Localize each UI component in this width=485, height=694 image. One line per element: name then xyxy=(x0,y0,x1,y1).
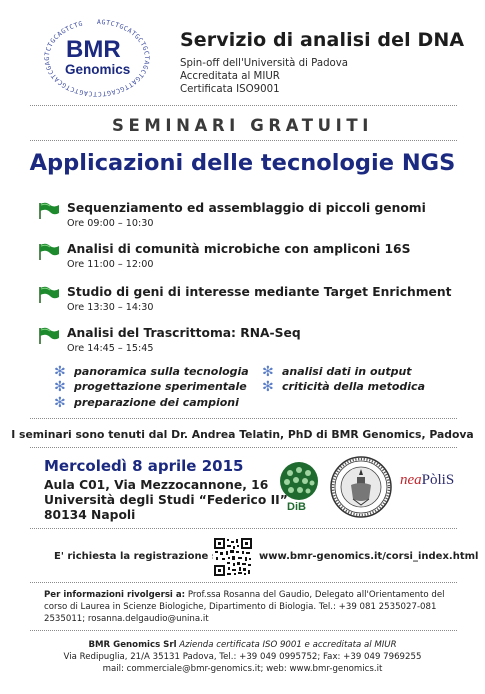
speaker-line: I seminari sono tenuti dal Dr. Andrea Te… xyxy=(11,428,474,441)
bmr-logo: AGTCTGCATGCTGCTAGCTGATTGCAGTCTCAGTCTGCAT… xyxy=(38,16,156,100)
topic-time: Ore 11:00 – 12:00 xyxy=(67,259,154,270)
asterisk-icon: ✻ xyxy=(54,364,66,380)
header-line-1: Spin-off dell'Università di Padova xyxy=(180,58,349,69)
asterisk-icon: ✻ xyxy=(54,395,66,411)
qr-code-icon[interactable] xyxy=(213,537,253,577)
divider xyxy=(30,418,457,419)
event-address-2: Università degli Studi “Federico II” xyxy=(44,493,288,507)
footer-tagline: Azienda certificata ISO 9001 e accredita… xyxy=(179,640,397,650)
event-address-1: Aula C01, Via Mezzocannone, 16 xyxy=(44,478,269,492)
green-flag-icon xyxy=(39,286,59,303)
info-lead: Per informazioni rivolgersi a: xyxy=(44,590,186,600)
bullet-item: ✻ panoramica sulla tecnologia xyxy=(54,364,249,380)
bullet-item: ✻ preparazione dei campioni xyxy=(54,395,239,411)
header-line-2: Accreditata al MIUR xyxy=(180,71,280,82)
seminari-heading: SEMINARI GRATUITI xyxy=(111,116,373,135)
divider xyxy=(30,447,457,448)
registration-link[interactable]: www.bmr-genomics.it/corsi_index.html xyxy=(259,551,478,562)
topic-time: Ore 14:45 – 15:45 xyxy=(67,343,154,354)
footer-company-line: BMR Genomics Srl Azienda certificata ISO… xyxy=(0,640,485,650)
logo-genomics-text: Genomics xyxy=(65,62,131,77)
main-title: Applicazioni delle tecnologie NGS xyxy=(29,150,456,176)
dib-logo: DiB xyxy=(274,460,324,518)
registration-label: E' richiesta la registrazione su: xyxy=(54,551,229,562)
header-line-3: Certificata ISO9001 xyxy=(180,84,280,95)
neapolis-nea: nea xyxy=(400,472,422,488)
topic-title: Studio di geni di interesse mediante Tar… xyxy=(67,285,452,299)
green-flag-icon xyxy=(39,202,59,219)
event-address-3: 80134 Napoli xyxy=(44,508,136,522)
bullet-item: ✻ progettazione sperimentale xyxy=(54,379,247,395)
neapolis-logo: neaPòliS xyxy=(400,472,454,489)
info-paragraph: Per informazioni rivolgersi a: Prof.ssa … xyxy=(44,589,454,625)
event-date: Mercoledì 8 aprile 2015 xyxy=(44,457,244,475)
service-title: Servizio di analisi del DNA xyxy=(180,29,465,51)
footer-address: Via Redipuglia, 21/A 35131 Padova, Tel.:… xyxy=(63,652,422,662)
asterisk-icon: ✻ xyxy=(262,379,274,395)
divider xyxy=(30,528,457,529)
dib-label: DiB xyxy=(287,501,306,513)
topic-title: Sequenziamento ed assemblaggio di piccol… xyxy=(67,201,426,215)
divider xyxy=(30,105,457,106)
green-flag-icon xyxy=(39,327,59,344)
asterisk-icon: ✻ xyxy=(54,379,66,395)
divider xyxy=(30,582,457,583)
topic-title: Analisi del Trascrittoma: RNA-Seq xyxy=(67,326,301,340)
footer-contacts: mail: commerciale@bmr-genomics.it; web: … xyxy=(102,664,383,674)
neapolis-polis: PòliS xyxy=(421,472,455,488)
footer-company: BMR Genomics Srl xyxy=(88,640,177,650)
university-seal-logo xyxy=(329,455,393,519)
topic-title: Analisi di comunità microbiche con ampli… xyxy=(67,242,411,256)
divider xyxy=(30,140,457,141)
divider xyxy=(30,630,457,631)
bullet-item: ✻ criticità della metodica xyxy=(262,379,425,395)
bullet-item: ✻ analisi dati in output xyxy=(262,364,412,380)
topic-time: Ore 13:30 – 14:30 xyxy=(67,302,154,313)
logo-bmr-text: BMR xyxy=(66,36,121,63)
topic-time: Ore 09:00 – 10:30 xyxy=(67,218,154,229)
asterisk-icon: ✻ xyxy=(262,364,274,380)
green-flag-icon xyxy=(39,243,59,260)
